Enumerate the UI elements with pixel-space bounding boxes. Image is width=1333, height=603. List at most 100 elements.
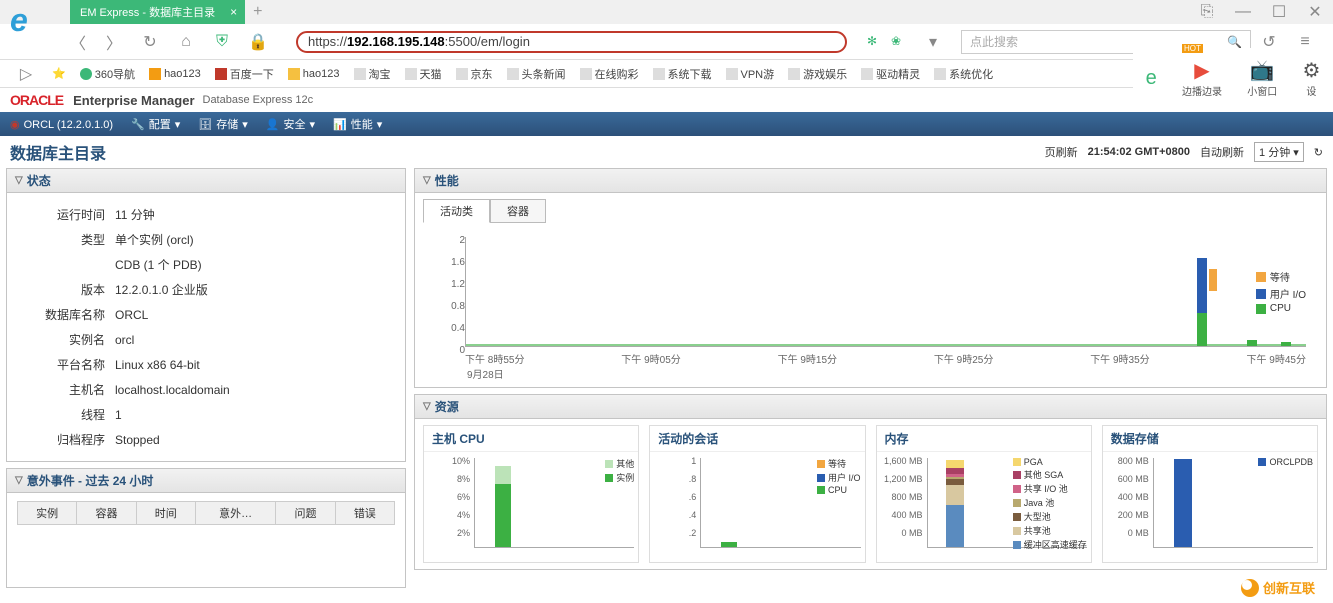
status-value: 1 bbox=[111, 403, 393, 426]
bookmark-item[interactable]: 百度一下 bbox=[215, 66, 274, 82]
database-icon: ◉ bbox=[10, 119, 20, 131]
status-label: 归档程序 bbox=[19, 428, 109, 451]
forward-icon[interactable]: 〉 bbox=[102, 30, 126, 54]
collapse-icon[interactable]: ▽ bbox=[423, 401, 431, 412]
bookmark-item[interactable]: 天猫 bbox=[405, 66, 442, 82]
menu-storage[interactable]: 🗄 存储 ▾ bbox=[198, 116, 248, 132]
dropdown-icon[interactable]: ▾ bbox=[921, 30, 945, 54]
menu-config[interactable]: 🔧 配置 ▾ bbox=[131, 116, 180, 132]
shield-icon[interactable]: ⛨ bbox=[210, 30, 234, 54]
perf-chart: 21.61.20.80.40 下午 8時55分下午 bbox=[415, 227, 1326, 387]
side-tool-settings[interactable]: ⚙设 bbox=[1302, 58, 1320, 98]
tab-bar: EM Express - 数据库主目录 × + ⎘ — ☐ ✕ bbox=[0, 0, 1333, 24]
incidents-col[interactable]: 容器 bbox=[77, 502, 136, 525]
status-title: 状态 bbox=[27, 172, 51, 189]
browser-tab[interactable]: EM Express - 数据库主目录 × bbox=[70, 0, 245, 24]
status-label bbox=[19, 253, 109, 276]
browser-logo-icon: e bbox=[10, 2, 58, 50]
home-icon[interactable]: ⌂ bbox=[174, 30, 198, 54]
incidents-col[interactable]: 意外… bbox=[195, 502, 275, 525]
url-prefix: https:// bbox=[308, 34, 347, 49]
incidents-col[interactable]: 时间 bbox=[136, 502, 195, 525]
bookmark-item[interactable]: 头条新闻 bbox=[507, 66, 566, 82]
lock-icon: 🔒 bbox=[246, 30, 270, 54]
bookmark-item[interactable]: 淘宝 bbox=[354, 66, 391, 82]
res-cpu: 主机 CPU 10%8%6%4%2% 其他 实例 bbox=[423, 425, 639, 563]
bookmark-item[interactable]: 系统优化 bbox=[934, 66, 993, 82]
refresh-icon[interactable]: ↻ bbox=[1314, 146, 1323, 159]
search-icon[interactable]: 🔍 bbox=[1227, 35, 1242, 49]
incidents-title: 意外事件 - 过去 24 小时 bbox=[27, 472, 154, 489]
perf-title: 性能 bbox=[435, 172, 459, 189]
close-window-icon[interactable]: ✕ bbox=[1303, 0, 1327, 24]
status-label: 类型 bbox=[19, 228, 109, 251]
status-value: ORCL bbox=[111, 303, 393, 326]
em-title: Enterprise Manager bbox=[73, 93, 194, 108]
status-label: 主机名 bbox=[19, 378, 109, 401]
incidents-col[interactable]: 实例 bbox=[18, 502, 77, 525]
page-title-row: 数据库主目录 页刷新 21:54:02 GMT+0800 自动刷新 1 分钟 ▾… bbox=[0, 136, 1333, 168]
side-tool-record[interactable]: ▶HOT边播边录 bbox=[1182, 58, 1222, 98]
status-value: 单个实例 (orcl) bbox=[111, 228, 393, 251]
bookmark-item[interactable]: hao123 bbox=[288, 68, 340, 80]
incidents-col[interactable]: 问题 bbox=[276, 502, 335, 525]
collapse-icon[interactable]: ▽ bbox=[15, 475, 23, 486]
resources-panel: ▽资源 主机 CPU 10%8%6%4%2% 其他 bbox=[414, 394, 1327, 570]
watermark-icon bbox=[1241, 579, 1259, 597]
tab-active-class[interactable]: 活动类 bbox=[423, 199, 490, 223]
maximize-icon[interactable]: ☐ bbox=[1267, 0, 1291, 24]
status-value: 11 分钟 bbox=[111, 203, 393, 226]
minimize-icon[interactable]: — bbox=[1231, 0, 1255, 24]
status-value: localhost.localdomain bbox=[111, 378, 393, 401]
watermark: 创新互联 bbox=[1233, 576, 1323, 599]
window-controls-icon[interactable]: ⎘ bbox=[1195, 0, 1219, 24]
bookmark-item[interactable]: hao123 bbox=[149, 68, 201, 80]
bookmark-item[interactable]: 京东 bbox=[456, 66, 493, 82]
incidents-col[interactable]: 错误 bbox=[335, 502, 394, 525]
bookmark-item[interactable]: VPN游 bbox=[726, 66, 775, 82]
reload-icon[interactable]: ↻ bbox=[138, 30, 162, 54]
res-memory: 内存 1,600 MB1,200 MB800 MB400 MB0 MB bbox=[876, 425, 1092, 563]
side-tool-miniwindow[interactable]: 📺小窗口 bbox=[1247, 58, 1277, 98]
status-value: CDB (1 个 PDB) bbox=[111, 253, 393, 276]
status-label: 数据库名称 bbox=[19, 303, 109, 326]
bookmark-item[interactable]: 游戏娱乐 bbox=[788, 66, 847, 82]
auto-refresh-select[interactable]: 1 分钟 ▾ bbox=[1254, 142, 1304, 162]
status-value: 12.2.0.1.0 企业版 bbox=[111, 278, 393, 301]
favorites-icon[interactable]: ⭐ bbox=[52, 67, 66, 80]
extension2-icon[interactable]: ❀ bbox=[891, 34, 907, 50]
back-icon[interactable]: 〈 bbox=[66, 30, 90, 54]
search-placeholder: 点此搜索 bbox=[970, 33, 1018, 50]
orcl-menu-bar: ◉ORCL (12.2.0.1.0) 🔧 配置 ▾ 🗄 存储 ▾ 👤 安全 ▾ … bbox=[0, 112, 1333, 136]
incidents-table: 实例容器时间意外…问题错误 bbox=[17, 501, 395, 525]
page-title: 数据库主目录 bbox=[10, 140, 106, 164]
extension-icon[interactable]: ✻ bbox=[867, 34, 883, 50]
status-label: 实例名 bbox=[19, 328, 109, 351]
new-tab-button[interactable]: + bbox=[253, 3, 262, 21]
collapse-icon[interactable]: ▽ bbox=[423, 175, 431, 186]
status-table: 运行时间11 分钟类型单个实例 (orcl)CDB (1 个 PDB)版本12.… bbox=[17, 201, 395, 453]
em-subtitle: Database Express 12c bbox=[203, 94, 314, 106]
bookmark-item[interactable]: 系统下载 bbox=[653, 66, 712, 82]
refresh-label: 页刷新 bbox=[1045, 144, 1078, 160]
bookmarks-toggle-icon[interactable]: ▷ bbox=[14, 62, 38, 86]
url-input[interactable]: https://192.168.195.148:5500/em/login bbox=[296, 31, 847, 53]
tab-close-icon[interactable]: × bbox=[230, 5, 237, 19]
collapse-icon[interactable]: ▽ bbox=[15, 175, 23, 186]
status-label: 平台名称 bbox=[19, 353, 109, 376]
bookmark-item[interactable]: 360导航 bbox=[80, 66, 135, 82]
status-value: orcl bbox=[111, 328, 393, 351]
side-tool-logo[interactable]: e bbox=[1146, 67, 1157, 90]
tab-container[interactable]: 容器 bbox=[490, 199, 546, 223]
url-ip: 192.168.195.148 bbox=[347, 34, 445, 49]
status-label: 运行时间 bbox=[19, 203, 109, 226]
res-sessions: 活动的会话 1.8.6.4.2 等待 用户 I/O CPU bbox=[649, 425, 865, 563]
bookmark-item[interactable]: 驱动精灵 bbox=[861, 66, 920, 82]
x-sub: 9月28日 bbox=[467, 366, 1306, 381]
tab-title: EM Express - 数据库主目录 bbox=[80, 4, 215, 20]
menu-security[interactable]: 👤 安全 ▾ bbox=[266, 116, 315, 132]
menu-performance[interactable]: 📊 性能 ▾ bbox=[333, 116, 382, 132]
res-storage: 数据存储 800 MB600 MB400 MB200 MB0 MB ORCLPD… bbox=[1102, 425, 1318, 563]
bookmark-item[interactable]: 在线购彩 bbox=[580, 66, 639, 82]
db-name: ◉ORCL (12.2.0.1.0) bbox=[10, 118, 113, 131]
